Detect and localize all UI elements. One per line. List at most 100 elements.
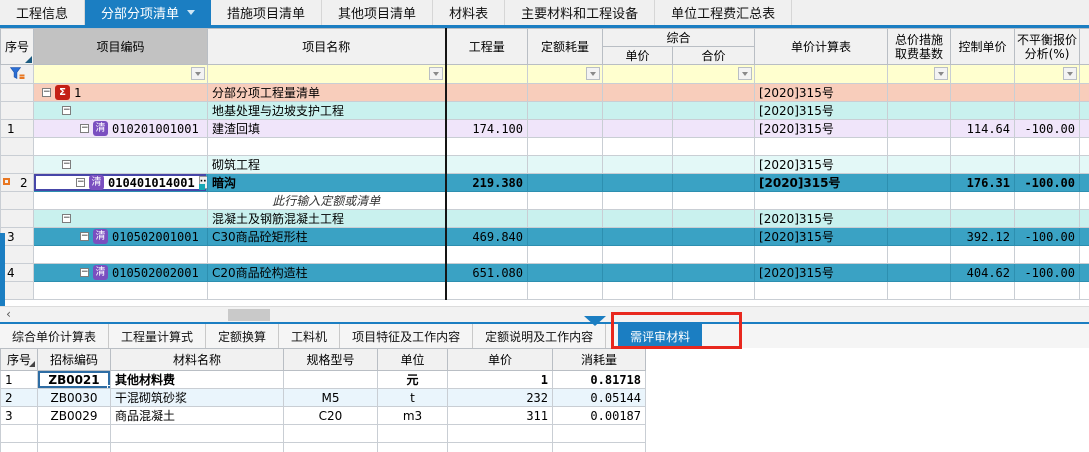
cell-material-name[interactable]: 干混砌筑砂浆 [111, 389, 284, 407]
filter-cell-total-price[interactable] [673, 65, 755, 84]
cell-code[interactable]: − 清 010201001001 [34, 120, 208, 138]
cell-code[interactable]: − [34, 156, 208, 174]
cell-qty[interactable] [446, 138, 528, 156]
tab-measure-items[interactable]: 措施项目清单 [211, 0, 322, 25]
cell-price[interactable]: 232 [448, 389, 553, 407]
cell-code[interactable]: − 清 010502001001 [34, 228, 208, 246]
collapse-icon[interactable]: − [62, 214, 71, 223]
cell-code[interactable] [34, 138, 208, 156]
cell-seq[interactable] [1, 210, 34, 228]
cell-imbalance[interactable] [1015, 84, 1080, 102]
cell-unit-price[interactable] [603, 156, 673, 174]
cell-spec[interactable]: M5 [284, 389, 378, 407]
cell-control-price[interactable] [951, 246, 1015, 264]
cell-seq[interactable]: 3 [1, 228, 34, 246]
cell-bid-code[interactable] [38, 443, 111, 452]
cell-usage[interactable]: 0.81718 [553, 371, 646, 389]
cell-control-price[interactable] [951, 84, 1015, 102]
cell-material-name[interactable] [111, 443, 284, 452]
cell-name[interactable] [208, 282, 446, 300]
cell-quota[interactable] [528, 156, 603, 174]
horizontal-scrollbar[interactable]: ‹ [0, 306, 1089, 322]
cell-unit[interactable]: 元 [378, 371, 448, 389]
cell-quota[interactable] [528, 246, 603, 264]
tab-boq-subsection[interactable]: 分部分项清单 [85, 0, 211, 25]
cell-seq[interactable] [1, 443, 38, 452]
cell-calc-sheet[interactable] [755, 192, 888, 210]
cell-seq[interactable] [1, 246, 34, 264]
filter-cell-name[interactable] [208, 65, 446, 84]
cell-name[interactable]: 建渣回填 [208, 120, 446, 138]
tab-unit-cost-summary[interactable]: 单位工程费汇总表 [655, 0, 792, 25]
cell-total-price[interactable] [673, 102, 755, 120]
tab-review-materials[interactable]: 需评审材料 [618, 324, 702, 348]
header-unit[interactable]: 单位 [378, 349, 448, 371]
cell-control-price[interactable]: 404.62 [951, 264, 1015, 282]
cell-quota[interactable] [528, 174, 603, 192]
cell-total-price[interactable] [673, 264, 755, 282]
collapse-icon[interactable]: − [80, 232, 89, 241]
cell-material-name[interactable]: 其他材料费 [111, 371, 284, 389]
cell-seq[interactable] [1, 102, 34, 120]
cell-imbalance[interactable]: -100.00 [1015, 120, 1080, 138]
cell-fee-base[interactable] [888, 102, 951, 120]
cell-quota[interactable] [528, 102, 603, 120]
collapse-icon[interactable]: − [80, 268, 89, 277]
cell-imbalance[interactable] [1015, 246, 1080, 264]
cell-fee-base[interactable] [888, 228, 951, 246]
cell-fee-base[interactable] [888, 120, 951, 138]
cell-seq[interactable]: 3 [1, 407, 38, 425]
cell-imbalance[interactable]: -100.00 [1015, 174, 1080, 192]
cell-seq[interactable] [1, 425, 38, 443]
cell-name[interactable]: 暗沟 [208, 174, 446, 192]
cell-qty[interactable] [446, 84, 528, 102]
cell-unit-price[interactable] [603, 246, 673, 264]
cell-name[interactable]: C20商品砼构造柱 [208, 264, 446, 282]
cell-total-price[interactable] [673, 84, 755, 102]
cell-code[interactable]: − [34, 210, 208, 228]
cell-quota[interactable] [528, 120, 603, 138]
cell-qty[interactable] [446, 282, 528, 300]
tab-material-list[interactable]: 材料表 [433, 0, 505, 25]
tab-labor-material-machine[interactable]: 工料机 [279, 324, 340, 348]
cell-qty[interactable] [446, 192, 528, 210]
cell-spec[interactable]: C20 [284, 407, 378, 425]
cell-seq[interactable] [1, 138, 34, 156]
cell-total-price[interactable] [673, 156, 755, 174]
cell-quota[interactable] [528, 264, 603, 282]
cell-seq[interactable] [1, 84, 34, 102]
header-seq[interactable]: 序号 [1, 349, 38, 371]
cell-qty[interactable]: 469.840 [446, 228, 528, 246]
cell-calc-sheet[interactable] [755, 246, 888, 264]
tab-quota-description[interactable]: 定额说明及工作内容 [473, 324, 606, 348]
cell-calc-sheet[interactable]: [2020]315号 [755, 156, 888, 174]
cell-qty[interactable] [446, 102, 528, 120]
code-edit-box[interactable]: − 清 010401014001 ··· [34, 174, 206, 191]
header-item-code[interactable]: 项目编码 [34, 29, 208, 65]
filter-cell-calc-sheet[interactable] [755, 65, 888, 84]
header-unit-price[interactable]: 单价 [448, 349, 553, 371]
cell-unit[interactable] [378, 443, 448, 452]
cell-name[interactable]: 分部分项工程量清单 [208, 84, 446, 102]
tab-quota-conversion[interactable]: 定额换算 [206, 324, 279, 348]
cell-seq[interactable] [1, 156, 34, 174]
cell-control-price[interactable] [951, 156, 1015, 174]
cell-calc-sheet[interactable]: [2020]315号 [755, 210, 888, 228]
filter-icon-cell[interactable] [1, 65, 34, 84]
cell-fee-base[interactable] [888, 264, 951, 282]
filter-dropdown[interactable] [429, 67, 443, 80]
cell-quota[interactable] [528, 282, 603, 300]
header-material-name[interactable]: 材料名称 [111, 349, 284, 371]
cell-bid-code[interactable]: ZB0030 [38, 389, 111, 407]
cell-name[interactable]: 地基处理与边坡支护工程 [208, 102, 446, 120]
cell-code[interactable] [34, 192, 208, 210]
cell-total-price[interactable] [673, 228, 755, 246]
header-seq[interactable]: 序号 [1, 29, 34, 65]
cell-calc-sheet[interactable]: [2020]315号 [755, 84, 888, 102]
collapse-icon[interactable]: − [80, 124, 89, 133]
tab-main-materials-equipment[interactable]: 主要材料和工程设备 [505, 0, 655, 25]
cell-unit-price[interactable] [603, 120, 673, 138]
cell-calc-sheet[interactable] [755, 138, 888, 156]
cell-control-price[interactable] [951, 192, 1015, 210]
cell-price[interactable]: 1 [448, 371, 553, 389]
